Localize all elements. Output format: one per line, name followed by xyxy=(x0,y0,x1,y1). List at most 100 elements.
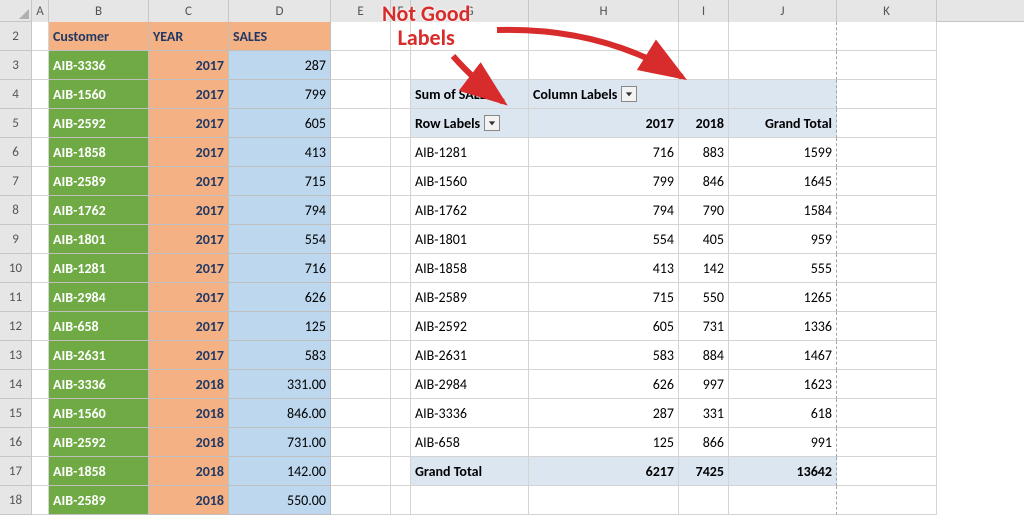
source-year[interactable]: 2017 xyxy=(149,283,229,312)
cell[interactable] xyxy=(391,109,411,138)
cell[interactable] xyxy=(837,22,937,51)
cell[interactable] xyxy=(331,428,391,457)
cell[interactable] xyxy=(331,486,391,515)
cell[interactable] xyxy=(331,312,391,341)
cell[interactable] xyxy=(679,51,729,80)
cell[interactable] xyxy=(391,167,411,196)
cell[interactable] xyxy=(837,312,937,341)
col-header-H[interactable]: H xyxy=(529,0,679,22)
source-header-year[interactable]: YEAR xyxy=(149,22,229,51)
cell[interactable] xyxy=(331,109,391,138)
cell[interactable] xyxy=(391,312,411,341)
cell[interactable] xyxy=(32,196,49,225)
row-header[interactable]: 10 xyxy=(0,254,32,283)
cell[interactable] xyxy=(32,254,49,283)
col-header-D[interactable]: D xyxy=(229,0,331,22)
pivot-val-total[interactable]: 1336 xyxy=(729,312,837,341)
cell[interactable] xyxy=(837,486,937,515)
source-year[interactable]: 2017 xyxy=(149,341,229,370)
cell[interactable] xyxy=(331,167,391,196)
source-sales[interactable]: 550.00 xyxy=(229,486,331,515)
cell[interactable] xyxy=(411,486,529,515)
source-sales[interactable]: 799 xyxy=(229,80,331,109)
cell[interactable] xyxy=(32,312,49,341)
pivot-col-2018[interactable]: 2018 xyxy=(679,109,729,138)
pivot-val-2017[interactable]: 413 xyxy=(529,254,679,283)
pivot-row-label[interactable]: AIB-658 xyxy=(411,428,529,457)
cell[interactable] xyxy=(729,486,837,515)
source-customer[interactable]: AIB-1560 xyxy=(49,80,149,109)
source-customer[interactable]: AIB-2589 xyxy=(49,486,149,515)
cell[interactable] xyxy=(391,51,411,80)
pivot-value-label[interactable]: Sum of SALES xyxy=(411,80,529,109)
cell[interactable] xyxy=(837,196,937,225)
row-header[interactable]: 11 xyxy=(0,283,32,312)
cell[interactable] xyxy=(391,283,411,312)
pivot-row-label[interactable]: AIB-1858 xyxy=(411,254,529,283)
cell[interactable] xyxy=(32,80,49,109)
source-sales[interactable]: 142.00 xyxy=(229,457,331,486)
row-header[interactable]: 2 xyxy=(0,22,32,51)
pivot-val-2018[interactable]: 550 xyxy=(679,283,729,312)
cell[interactable] xyxy=(391,196,411,225)
cell[interactable] xyxy=(32,283,49,312)
cell[interactable] xyxy=(32,225,49,254)
pivot-val-2018[interactable]: 884 xyxy=(679,341,729,370)
cell[interactable] xyxy=(679,486,729,515)
cell[interactable] xyxy=(729,22,837,51)
cell[interactable] xyxy=(391,254,411,283)
source-year[interactable]: 2018 xyxy=(149,486,229,515)
pivot-val-total[interactable]: 555 xyxy=(729,254,837,283)
pivot-val-2017[interactable]: 794 xyxy=(529,196,679,225)
source-customer[interactable]: AIB-2592 xyxy=(49,109,149,138)
source-year[interactable]: 2018 xyxy=(149,399,229,428)
source-customer[interactable]: AIB-1762 xyxy=(49,196,149,225)
source-sales[interactable]: 846.00 xyxy=(229,399,331,428)
cell[interactable] xyxy=(729,51,837,80)
col-header-B[interactable]: B xyxy=(49,0,149,22)
cell[interactable] xyxy=(331,399,391,428)
source-customer[interactable]: AIB-1858 xyxy=(49,457,149,486)
pivot-row-label[interactable]: AIB-1762 xyxy=(411,196,529,225)
source-year[interactable]: 2017 xyxy=(149,225,229,254)
source-sales[interactable]: 794 xyxy=(229,196,331,225)
cell[interactable] xyxy=(391,486,411,515)
cell[interactable] xyxy=(32,341,49,370)
row-header[interactable]: 15 xyxy=(0,399,32,428)
cell[interactable] xyxy=(32,138,49,167)
cell[interactable] xyxy=(331,225,391,254)
row-header[interactable]: 14 xyxy=(0,370,32,399)
source-year[interactable]: 2017 xyxy=(149,196,229,225)
row-header[interactable]: 3 xyxy=(0,51,32,80)
source-year[interactable]: 2017 xyxy=(149,312,229,341)
col-header-C[interactable]: C xyxy=(149,0,229,22)
cell[interactable] xyxy=(32,399,49,428)
pivot-row-label[interactable]: AIB-2631 xyxy=(411,341,529,370)
pivot-val-total[interactable]: 1467 xyxy=(729,341,837,370)
pivot-row-label[interactable]: AIB-2589 xyxy=(411,283,529,312)
select-all-corner[interactable] xyxy=(0,0,32,22)
source-year[interactable]: 2018 xyxy=(149,370,229,399)
pivot-col-2017[interactable]: 2017 xyxy=(529,109,679,138)
pivot-val-2018[interactable]: 866 xyxy=(679,428,729,457)
cell[interactable] xyxy=(391,225,411,254)
cell[interactable] xyxy=(837,51,937,80)
cell[interactable] xyxy=(391,399,411,428)
cell[interactable] xyxy=(331,138,391,167)
source-year[interactable]: 2017 xyxy=(149,138,229,167)
source-customer[interactable]: AIB-2984 xyxy=(49,283,149,312)
pivot-val-2018[interactable]: 790 xyxy=(679,196,729,225)
pivot-val-2018[interactable]: 142 xyxy=(679,254,729,283)
col-header-J[interactable]: J xyxy=(729,0,837,22)
cell[interactable] xyxy=(32,167,49,196)
source-year[interactable]: 2017 xyxy=(149,109,229,138)
source-customer[interactable]: AIB-2592 xyxy=(49,428,149,457)
cell[interactable] xyxy=(391,370,411,399)
cell[interactable] xyxy=(331,283,391,312)
row-header[interactable]: 12 xyxy=(0,312,32,341)
pivot-row-label[interactable]: AIB-1560 xyxy=(411,167,529,196)
row-header[interactable]: 13 xyxy=(0,341,32,370)
row-header[interactable]: 18 xyxy=(0,486,32,515)
pivot-val-total[interactable]: 1623 xyxy=(729,370,837,399)
source-sales[interactable]: 715 xyxy=(229,167,331,196)
